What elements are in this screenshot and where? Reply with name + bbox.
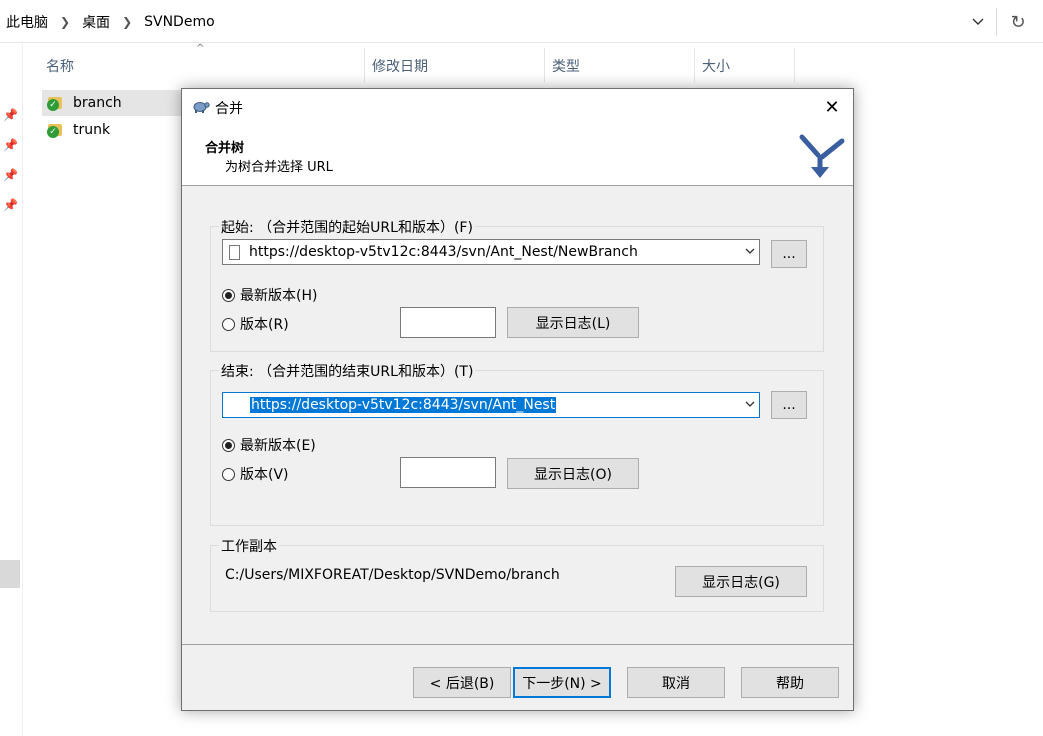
document-icon	[229, 244, 240, 260]
divider[interactable]	[694, 48, 695, 82]
divider	[0, 42, 1043, 43]
dialog-title: 合并	[215, 101, 243, 117]
pin-icon[interactable]: 📌	[3, 108, 18, 122]
to-revision-input[interactable]	[400, 457, 496, 488]
from-revision-label: 版本(R)	[240, 317, 289, 333]
chevron-right-icon[interactable]: ❯	[60, 15, 70, 29]
pin-icon[interactable]: 📌	[3, 198, 18, 212]
radio-checked-icon[interactable]	[222, 288, 235, 302]
to-head-label: 最新版本(E)	[240, 438, 316, 454]
merge-dialog: 合并 ✕ 合并树 为树合并选择 URL 起始: （合并范围的起始URL和版本）(…	[181, 88, 854, 711]
sort-ascending-icon: ^	[196, 43, 205, 54]
from-url-text[interactable]: https://desktop-v5tv12c:8443/svn/Ant_Nes…	[249, 244, 638, 260]
radio-checked-icon[interactable]	[222, 438, 235, 452]
to-url-text[interactable]: https://desktop-v5tv12c:8443/svn/Ant_Nes…	[250, 397, 557, 413]
column-header-size[interactable]: 大小	[702, 50, 730, 82]
from-url-combo[interactable]: https://desktop-v5tv12c:8443/svn/Ant_Nes…	[222, 239, 760, 265]
file-name: branch	[73, 95, 122, 111]
divider[interactable]	[544, 48, 545, 82]
column-header-name[interactable]: 名称	[46, 50, 74, 82]
wizard-header: 合并树 为树合并选择 URL	[182, 125, 853, 186]
to-revision-label: 版本(V)	[240, 467, 289, 483]
tortoise-icon	[192, 99, 210, 113]
address-bar[interactable]: 此电脑 ❯ 桌面 ❯ SVNDemo ↻	[0, 0, 1043, 44]
list-item[interactable]: ✓ branch	[42, 90, 182, 116]
help-button[interactable]: 帮助	[741, 667, 839, 698]
breadcrumb-desktop[interactable]: 桌面	[82, 12, 110, 32]
back-button[interactable]: < 后退(B)	[413, 667, 511, 698]
breadcrumb: 此电脑 ❯ 桌面 ❯ SVNDemo	[6, 12, 215, 32]
wizard-title: 合并树	[205, 141, 245, 156]
from-group-label: 起始: （合并范围的起始URL和版本）(F)	[219, 217, 475, 237]
chevron-right-icon[interactable]: ❯	[122, 15, 132, 29]
pin-icon[interactable]: 📌	[3, 138, 18, 152]
refresh-icon[interactable]: ↻	[1004, 9, 1032, 35]
column-header-type[interactable]: 类型	[552, 50, 580, 82]
svn-folder-icon: ✓	[47, 95, 63, 111]
to-group-label: 结束: （合并范围的结束URL和版本）(T)	[219, 361, 476, 381]
to-browse-button[interactable]: ...	[771, 391, 807, 419]
dialog-titlebar[interactable]: 合并 ✕	[182, 89, 853, 125]
chevron-down-icon[interactable]	[745, 397, 755, 410]
to-url-combo[interactable]: https://desktop-v5tv12c:8443/svn/Ant_Nes…	[222, 392, 760, 418]
from-revision-input[interactable]	[400, 307, 496, 338]
radio-unchecked-icon[interactable]	[222, 317, 235, 331]
divider[interactable]	[794, 48, 795, 82]
chevron-down-icon[interactable]	[966, 11, 990, 33]
column-header-date[interactable]: 修改日期	[372, 50, 428, 82]
from-revision-radio[interactable]: 版本(R)	[222, 314, 289, 334]
close-icon[interactable]: ✕	[810, 89, 854, 125]
list-item[interactable]: ✓ trunk	[42, 117, 182, 143]
breadcrumb-this-pc[interactable]: 此电脑	[6, 12, 48, 32]
working-copy-label: 工作副本	[219, 536, 279, 556]
working-copy-path: C:/Users/MIXFOREAT/Desktop/SVNDemo/branc…	[225, 567, 560, 583]
from-head-label: 最新版本(H)	[240, 288, 318, 304]
divider	[996, 8, 997, 36]
file-name: trunk	[73, 122, 111, 138]
navigation-selected-item[interactable]	[0, 560, 20, 588]
breadcrumb-svndemo[interactable]: SVNDemo	[144, 14, 215, 30]
cancel-button[interactable]: 取消	[627, 667, 725, 698]
radio-unchecked-icon[interactable]	[222, 467, 235, 481]
divider	[182, 644, 853, 645]
merge-logo-icon	[796, 129, 848, 181]
pin-icon[interactable]: 📌	[3, 168, 18, 182]
next-button[interactable]: 下一步(N) >	[513, 667, 611, 698]
from-head-radio[interactable]: 最新版本(H)	[222, 285, 317, 305]
to-head-radio[interactable]: 最新版本(E)	[222, 435, 316, 455]
wizard-subtitle: 为树合并选择 URL	[225, 160, 333, 175]
svn-folder-icon: ✓	[47, 122, 63, 138]
from-show-log-button[interactable]: 显示日志(L)	[507, 307, 639, 338]
to-revision-radio[interactable]: 版本(V)	[222, 464, 289, 484]
divider[interactable]	[364, 48, 365, 82]
chevron-down-icon[interactable]	[745, 244, 755, 257]
navigation-pane: 📌 📌 📌 📌	[0, 44, 23, 736]
to-show-log-button[interactable]: 显示日志(O)	[507, 458, 639, 489]
from-browse-button[interactable]: ...	[771, 240, 807, 268]
working-copy-show-log-button[interactable]: 显示日志(G)	[675, 566, 807, 597]
